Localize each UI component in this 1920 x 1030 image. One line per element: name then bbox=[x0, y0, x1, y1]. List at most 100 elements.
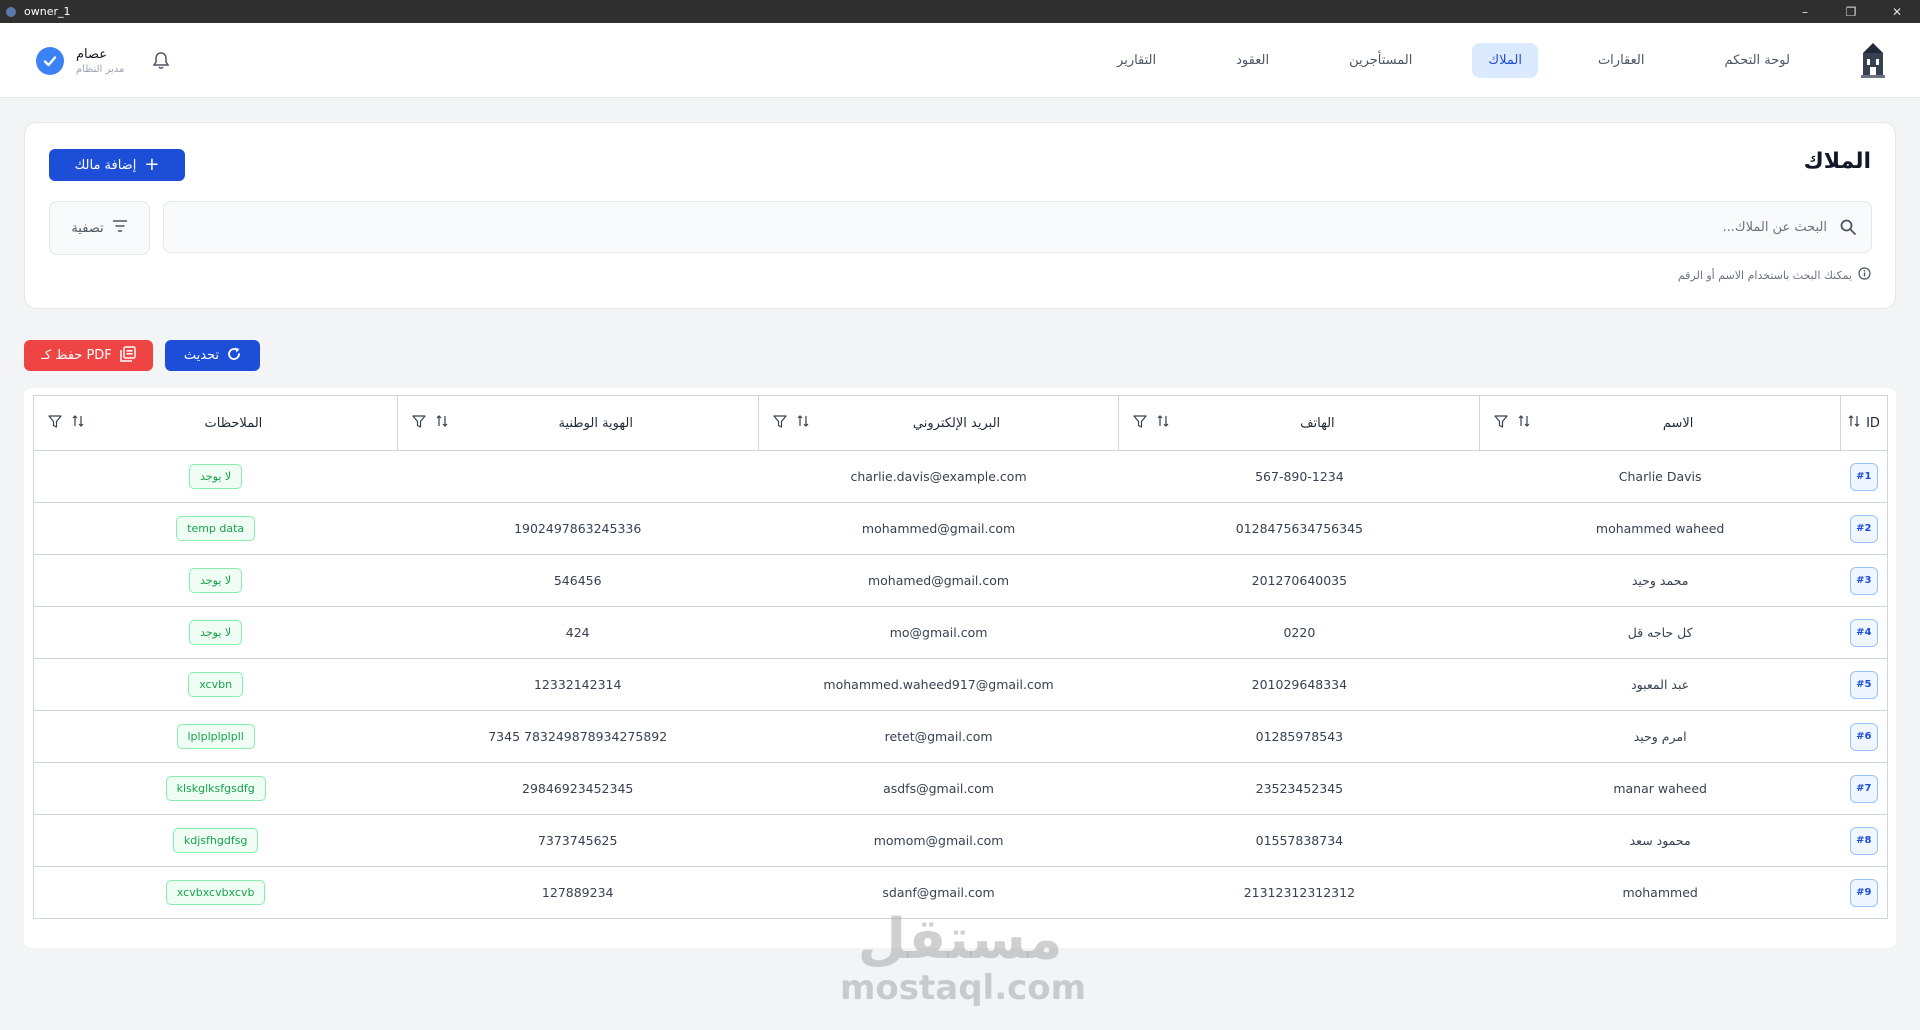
notes-badge: xcvbn bbox=[188, 672, 244, 697]
user-info: عصام مدير النظام bbox=[76, 47, 124, 75]
logo-icon[interactable] bbox=[1858, 41, 1888, 81]
cell-national-id bbox=[397, 450, 759, 503]
row-id-badge: #8 bbox=[1849, 826, 1878, 855]
pdf-icon bbox=[120, 345, 136, 366]
search-input[interactable] bbox=[227, 202, 1827, 252]
table-row[interactable]: #6 امرم وحيد 01285978543 retet@gmail.com… bbox=[33, 710, 1888, 763]
page-title: الملاك bbox=[1803, 149, 1871, 174]
col-name[interactable]: الاسم bbox=[1479, 395, 1842, 451]
sort-icon[interactable] bbox=[1157, 415, 1169, 431]
table-row[interactable]: #2 mohammed waheed 0128475634756345 moha… bbox=[33, 502, 1888, 555]
cell-phone: 01557838734 bbox=[1118, 814, 1480, 867]
cell-name: عبد المعبود bbox=[1479, 658, 1841, 711]
nav-dashboard[interactable]: لوحة التحكم bbox=[1708, 43, 1806, 78]
minimize-button[interactable]: – bbox=[1782, 0, 1828, 23]
cell-name: mohammed waheed bbox=[1479, 502, 1841, 555]
col-id[interactable]: ID bbox=[1840, 395, 1888, 451]
cell-phone: 23523452345 bbox=[1118, 762, 1480, 815]
window-titlebar: owner_1 – ❐ ✕ bbox=[0, 0, 1920, 23]
add-owner-button[interactable]: + إضافة مالك bbox=[49, 149, 185, 181]
row-id-badge: #7 bbox=[1849, 774, 1878, 803]
sort-icon[interactable] bbox=[436, 415, 448, 431]
filter-icon[interactable] bbox=[48, 414, 62, 432]
cell-national-id: 1902497863245336 bbox=[397, 502, 759, 555]
cell-name: manar waheed bbox=[1479, 762, 1841, 815]
col-national-id-label: الهوية الوطنية bbox=[558, 415, 633, 431]
window-title: owner_1 bbox=[24, 5, 71, 18]
sort-icon[interactable] bbox=[1848, 415, 1860, 431]
cell-email: mohammed.waheed917@gmail.com bbox=[758, 658, 1119, 711]
nav-reports[interactable]: التقارير bbox=[1101, 43, 1172, 78]
notes-badge: لا يوجد bbox=[189, 464, 243, 489]
cell-national-id: 783249878934275892 7345 bbox=[397, 710, 759, 763]
filter-label: تصفية bbox=[71, 220, 104, 236]
owners-table-card: ID الاسم الهاتف البريد الإلكتروني الهوية… bbox=[24, 388, 1896, 948]
watermark-arabic: مستقل bbox=[857, 907, 1063, 972]
row-id-badge: #5 bbox=[1849, 670, 1878, 699]
verified-avatar-icon[interactable] bbox=[36, 46, 64, 75]
col-national-id[interactable]: الهوية الوطنية bbox=[396, 395, 759, 451]
table-row[interactable]: #3 محمد وحيد 201270640035 mohamed@gmail.… bbox=[33, 554, 1888, 607]
plus-icon: + bbox=[144, 154, 160, 175]
bell-icon[interactable] bbox=[150, 50, 172, 72]
filter-icon[interactable] bbox=[1133, 414, 1148, 432]
cell-name: Charlie Davis bbox=[1479, 450, 1841, 503]
notes-badge: klskglksfgsdfg bbox=[165, 776, 266, 801]
table-row[interactable]: #7 manar waheed 23523452345 asdfs@gmail.… bbox=[33, 762, 1888, 815]
col-notes[interactable]: الملاحظات bbox=[33, 395, 398, 451]
refresh-label: تحديث bbox=[183, 348, 220, 363]
nav-links: لوحة التحكم العقارات الملاك المستأجرين ا… bbox=[1077, 23, 1920, 98]
cell-email: momom@gmail.com bbox=[758, 814, 1119, 867]
filter-icon[interactable] bbox=[412, 414, 426, 432]
filter-lines-icon bbox=[112, 219, 128, 237]
cell-national-id: 546456 bbox=[397, 554, 759, 607]
col-phone[interactable]: الهاتف bbox=[1118, 395, 1481, 451]
save-pdf-button[interactable]: حفظ كـ PDF bbox=[24, 340, 153, 371]
cell-name: كل حاجه قل bbox=[1479, 606, 1841, 659]
nav-owners[interactable]: الملاك bbox=[1472, 43, 1538, 78]
sort-icon[interactable] bbox=[72, 415, 84, 431]
user-name: عصام bbox=[76, 46, 108, 62]
table-row[interactable]: #8 محمود سعد 01557838734 momom@gmail.com… bbox=[33, 814, 1888, 867]
nav-contracts[interactable]: العقود bbox=[1220, 43, 1285, 78]
cell-phone: 21312312312312 bbox=[1118, 866, 1480, 919]
cell-email: mohammed@gmail.com bbox=[758, 502, 1119, 555]
col-email[interactable]: البريد الإلكتروني bbox=[757, 395, 1120, 451]
row-id-badge: #4 bbox=[1849, 618, 1878, 647]
notes-badge: لا يوجد bbox=[189, 568, 243, 593]
cell-email: mohamed@gmail.com bbox=[758, 554, 1119, 607]
row-id-badge: #9 bbox=[1849, 878, 1878, 907]
col-phone-label: الهاتف bbox=[1300, 415, 1335, 431]
cell-phone: 567-890-1234 bbox=[1118, 450, 1480, 503]
cell-email: asdfs@gmail.com bbox=[758, 762, 1119, 815]
cell-phone: 201029648334 bbox=[1118, 658, 1480, 711]
row-id-badge: #2 bbox=[1849, 514, 1878, 543]
table-row[interactable]: #4 كل حاجه قل 0220 mo@gmail.com 424 لا ي… bbox=[33, 606, 1888, 659]
refresh-icon bbox=[227, 347, 241, 365]
cell-phone: 01285978543 bbox=[1118, 710, 1480, 763]
sort-icon[interactable] bbox=[1518, 415, 1530, 431]
nav-properties[interactable]: العقارات bbox=[1582, 43, 1661, 78]
table-header-row: ID الاسم الهاتف البريد الإلكتروني الهوية… bbox=[33, 395, 1888, 451]
search-hint: يمكنك البحث باستخدام الاسم أو الرقم bbox=[1678, 267, 1871, 283]
close-button[interactable]: ✕ bbox=[1874, 0, 1920, 23]
app-icon bbox=[6, 6, 16, 17]
user-role: مدير النظام bbox=[76, 63, 125, 75]
cell-national-id: 12332142314 bbox=[397, 658, 759, 711]
search-icon bbox=[1839, 218, 1857, 236]
notes-badge: kdjsfhgdfsg bbox=[172, 828, 259, 853]
row-id-badge: #3 bbox=[1849, 566, 1878, 595]
table-row[interactable]: #5 عبد المعبود 201029648334 mohammed.wah… bbox=[33, 658, 1888, 711]
sort-icon[interactable] bbox=[797, 415, 809, 431]
refresh-button[interactable]: تحديث bbox=[165, 340, 260, 371]
filter-button[interactable]: تصفية bbox=[49, 201, 150, 255]
nav-tenants[interactable]: المستأجرين bbox=[1333, 43, 1428, 78]
filter-icon[interactable] bbox=[1494, 414, 1508, 432]
owners-table: ID الاسم الهاتف البريد الإلكتروني الهوية… bbox=[33, 395, 1888, 919]
cell-name: mohammed bbox=[1479, 866, 1841, 919]
notes-badge: lplplplplpll bbox=[176, 724, 255, 749]
table-row[interactable]: #1 Charlie Davis 567-890-1234 charlie.da… bbox=[33, 450, 1888, 503]
filter-icon[interactable] bbox=[773, 414, 787, 432]
maximize-button[interactable]: ❐ bbox=[1828, 0, 1874, 23]
cell-name: محمد وحيد bbox=[1479, 554, 1841, 607]
